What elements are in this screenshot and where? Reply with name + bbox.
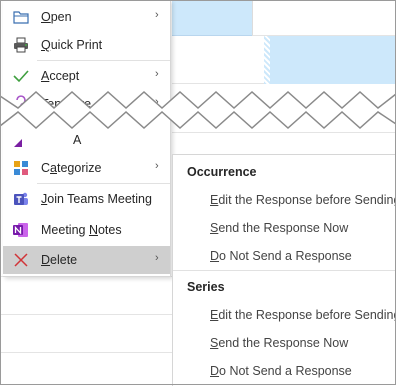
menu-separator	[37, 60, 170, 61]
submenu-item-occurrence-send-response-now[interactable]: Send the Response Now	[210, 221, 348, 235]
chevron-right-icon: ›	[155, 160, 159, 172]
menu-item-open[interactable]: Open ›	[3, 3, 170, 31]
calendar-slot[interactable]	[172, 132, 396, 154]
menu-item-label: Categorize	[41, 161, 102, 175]
menu-item-label: Open	[41, 10, 72, 24]
menu-item-categorize[interactable]: Categorize ›	[3, 154, 170, 182]
chevron-right-icon: ›	[155, 9, 159, 21]
menu-separator	[37, 183, 170, 184]
submenu-item-series-send-response-now[interactable]: Send the Response Now	[210, 336, 348, 350]
menu-item-accept[interactable]: Accept ›	[3, 62, 170, 90]
menu-item-label: Accept	[41, 69, 80, 83]
calendar-slot[interactable]	[252, 0, 396, 36]
torn-edge	[0, 90, 396, 130]
menu-item-meeting-notes[interactable]: Meeting Notes	[3, 216, 170, 244]
calendar-slot[interactable]	[0, 276, 172, 385]
onenote-icon	[12, 221, 30, 239]
chevron-right-icon: ›	[155, 252, 159, 264]
submenu-item-series-edit-response[interactable]: Edit the Response before Sending	[210, 308, 396, 322]
menu-item-label: Join Teams Meeting	[41, 192, 152, 206]
delete-submenu: Occurrence Edit the Response before Send…	[172, 154, 396, 386]
delete-x-icon	[12, 251, 30, 269]
menu-item-label: Delete	[41, 253, 78, 267]
submenu-section-header: Series	[187, 280, 225, 294]
menu-item-label: Meeting Notes	[41, 223, 122, 237]
submenu-section-header: Occurrence	[187, 165, 257, 179]
menu-item-label: A	[73, 133, 82, 147]
checkmark-icon	[12, 67, 30, 85]
calendar-selected-slot[interactable]	[270, 36, 396, 84]
calendar-slot[interactable]	[172, 36, 266, 84]
submenu-item-occurrence-edit-response[interactable]: Edit the Response before Sending	[210, 193, 396, 207]
calendar-gridline	[0, 314, 172, 315]
printer-icon	[12, 36, 30, 54]
submenu-item-occurrence-do-not-send[interactable]: Do Not Send a Response	[210, 249, 352, 263]
menu-item-quick-print[interactable]: Quick Print	[3, 31, 170, 59]
folder-icon	[12, 8, 30, 26]
submenu-item-series-do-not-send[interactable]: Do Not Send a Response	[210, 364, 352, 378]
triangle-icon	[12, 131, 30, 149]
menu-item-label: Quick Print	[41, 38, 103, 52]
calendar-selected-slot[interactable]	[172, 0, 252, 36]
chevron-right-icon: ›	[155, 68, 159, 80]
menu-item-delete[interactable]: Delete ›	[3, 246, 170, 274]
teams-icon	[12, 190, 30, 208]
menu-item-join-teams-meeting[interactable]: Join Teams Meeting	[3, 185, 170, 213]
calendar-gridline	[0, 352, 172, 353]
context-menu: Open › Quick Print Accept › Tentative › …	[3, 0, 171, 277]
categorize-icon	[12, 159, 30, 177]
submenu-separator	[173, 270, 396, 271]
